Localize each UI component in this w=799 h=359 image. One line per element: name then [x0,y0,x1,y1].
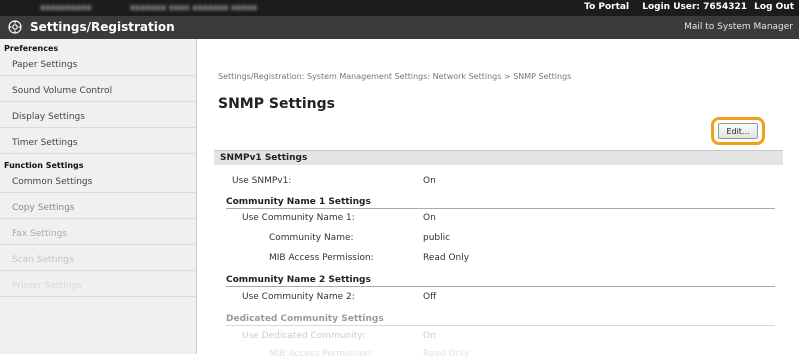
main-content: Settings/Registration: System Management… [197,39,799,359]
header-bar: Settings/Registration Mail to System Man… [0,16,799,39]
sidebar-item-printer-settings[interactable]: Printer Settings [0,275,196,297]
community-name-value: public [423,233,451,243]
use-community-name-1-value: On [423,213,436,223]
dedicated-mib-access-label: MIB Access Permission: [269,349,374,359]
sidebar-item-display-settings[interactable]: Display Settings [0,106,196,128]
sidebar-item-sound-volume-control[interactable]: Sound Volume Control [0,80,196,102]
blurred-device-name: xxxxxxxxxx [40,3,92,12]
edit-button[interactable]: Edit... [718,123,758,139]
use-community-name-2-label: Use Community Name 2: [242,292,355,302]
login-user-text: Login User: 7654321 [642,2,747,12]
sidebar-item-paper-settings[interactable]: Paper Settings [0,54,196,76]
use-snmpv1-value: On [423,176,436,186]
community-name-label: Community Name: [269,233,354,243]
dedicated-mib-access-value: Read Only [423,349,470,359]
sidebar-item-common-settings[interactable]: Common Settings [0,171,196,193]
subheading-community-name-2: Community Name 2 Settings [226,275,775,287]
use-dedicated-community-label: Use Dedicated Community: [242,331,365,341]
subheading-community-name-1: Community Name 1 Settings [226,197,775,209]
sidebar-item-scan-settings[interactable]: Scan Settings [0,249,196,271]
sidebar: Preferences Paper Settings Sound Volume … [0,39,197,354]
to-portal-link[interactable]: To Portal [584,2,629,12]
edit-button-highlight: Edit... [711,117,765,145]
subheading-dedicated-community: Dedicated Community Settings [226,314,775,326]
mail-to-system-manager-link[interactable]: Mail to System Manager [684,22,793,32]
sidebar-item-timer-settings[interactable]: Timer Settings [0,132,196,154]
use-community-name-2-value: Off [423,292,437,302]
top-bar: xxxxxxxxxx xxxxxxx xxxx xxxxxxx xxxxx To… [0,0,799,16]
use-community-name-1-label: Use Community Name 1: [242,213,355,223]
section-header-snmpv1: SNMPv1 Settings [214,150,783,165]
settings-gear-icon [8,20,22,34]
mib-access-permission-value: Read Only [423,253,470,263]
blurred-device-info: xxxxxxx xxxx xxxxxxx xxxxx [130,3,258,12]
sidebar-item-copy-settings[interactable]: Copy Settings [0,197,196,219]
use-snmpv1-label: Use SNMPv1: [232,176,292,186]
page-title: SNMP Settings [218,96,335,112]
use-dedicated-community-value: On [423,331,436,341]
sidebar-heading-function-settings: Function Settings [4,161,84,170]
app-title: Settings/Registration [30,20,175,34]
top-bar-links: To Portal Login User: 7654321 Log Out [574,2,794,12]
breadcrumb: Settings/Registration: System Management… [218,72,572,81]
sidebar-heading-preferences: Preferences [4,44,59,53]
log-out-link[interactable]: Log Out [754,2,794,12]
mib-access-permission-label: MIB Access Permission: [269,253,374,263]
sidebar-item-fax-settings[interactable]: Fax Settings [0,223,196,245]
